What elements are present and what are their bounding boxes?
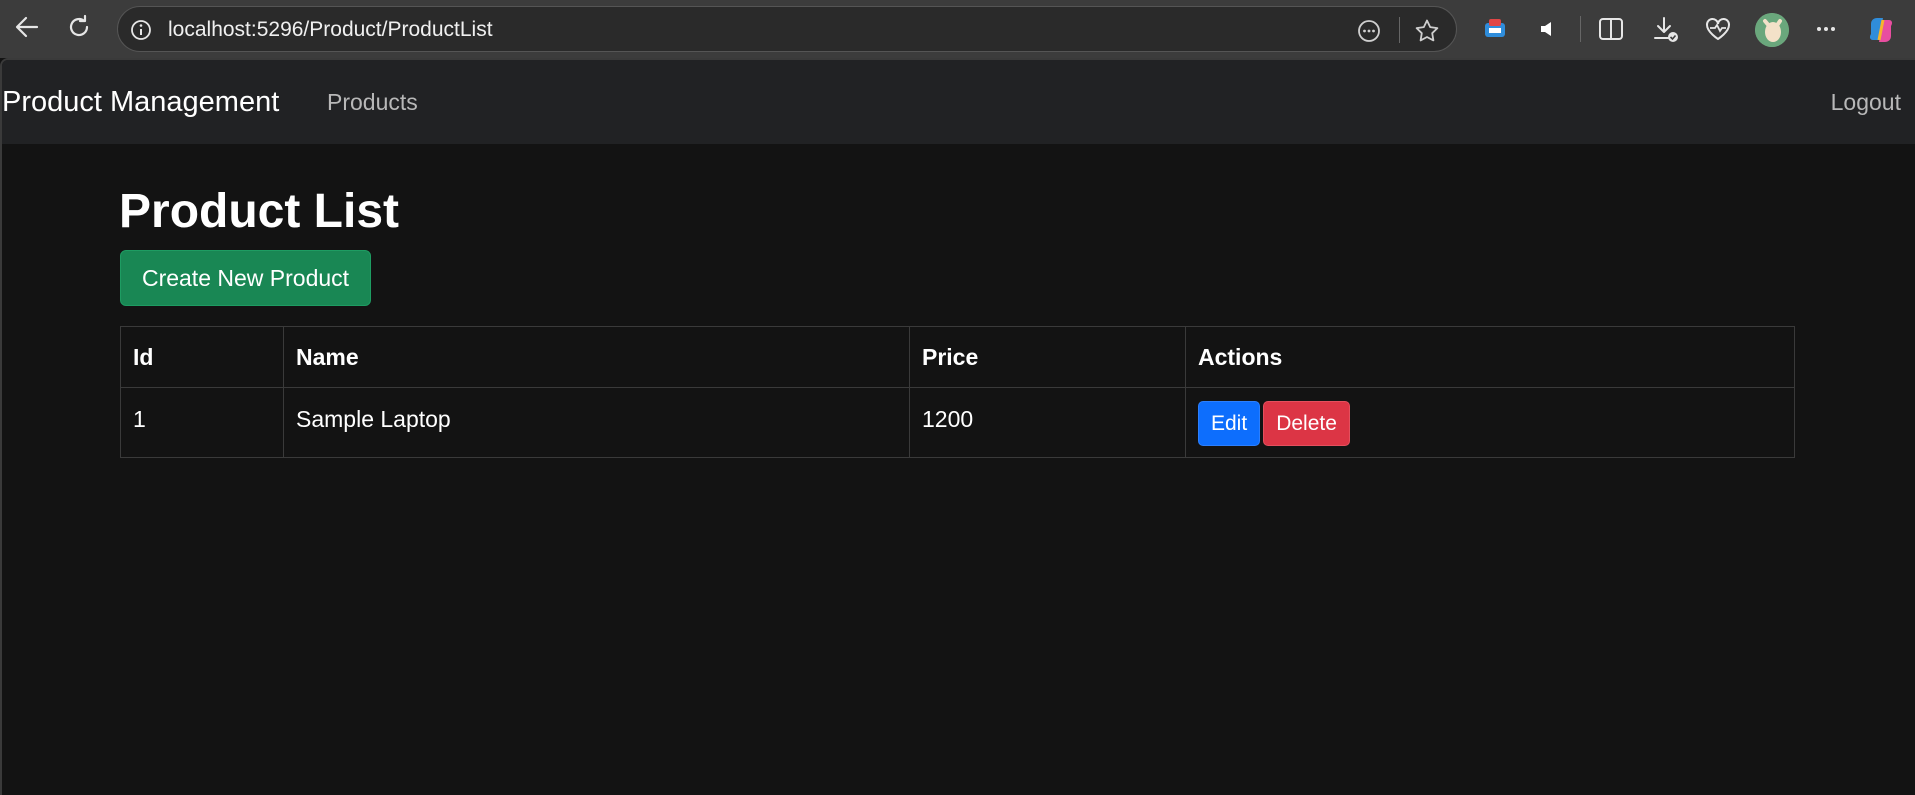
cell-id: 1	[120, 387, 284, 458]
nav-link-products[interactable]: Products	[327, 89, 418, 115]
url-text[interactable]: localhost:5296/Product/ProductList	[168, 19, 493, 41]
health-icon[interactable]	[1703, 14, 1733, 44]
cell-actions: Edit Delete	[1185, 387, 1795, 458]
site-info-icon[interactable]	[130, 19, 152, 41]
table-row: 1 Sample Laptop 1200 Edit Delete	[120, 387, 1795, 458]
column-header-id: Id	[120, 326, 284, 388]
address-bar[interactable]: localhost:5296/Product/ProductList	[117, 6, 1457, 52]
extension-icon[interactable]	[1480, 14, 1510, 44]
create-new-product-button[interactable]: Create New Product	[120, 250, 371, 306]
edit-button[interactable]: Edit	[1198, 401, 1261, 446]
logout-link[interactable]: Logout	[1831, 89, 1901, 115]
copilot-icon[interactable]	[1865, 14, 1895, 44]
toolbar-divider	[1580, 16, 1581, 42]
column-header-price: Price	[909, 326, 1186, 388]
browser-toolbar: localhost:5296/Product/ProductList	[0, 0, 1915, 58]
navbar: Product Management Products Logout	[2, 60, 1915, 144]
refresh-icon[interactable]	[64, 12, 94, 42]
favorite-star-icon[interactable]	[1414, 18, 1440, 44]
table-header-row: Id Name Price Actions	[120, 326, 1795, 388]
more-options-icon[interactable]	[1811, 14, 1841, 44]
read-aloud-icon[interactable]	[1533, 14, 1563, 44]
brand-link[interactable]: Product Management	[2, 86, 279, 118]
cell-price: 1200	[909, 387, 1186, 458]
column-header-actions: Actions	[1185, 326, 1795, 388]
column-header-name: Name	[283, 326, 910, 388]
address-divider	[1399, 17, 1400, 43]
reading-mode-icon[interactable]	[1356, 18, 1382, 44]
delete-button[interactable]: Delete	[1263, 401, 1350, 446]
cell-name: Sample Laptop	[283, 387, 910, 458]
profile-avatar[interactable]	[1755, 13, 1789, 47]
downloads-icon[interactable]	[1650, 14, 1680, 44]
products-table: Id Name Price Actions 1 Sample Laptop 12…	[120, 326, 1795, 458]
split-screen-icon[interactable]	[1596, 14, 1626, 44]
app-window: Product Management Products Logout Produ…	[0, 58, 1915, 795]
back-arrow-icon[interactable]	[12, 12, 42, 42]
page-title: Product List	[119, 185, 400, 238]
